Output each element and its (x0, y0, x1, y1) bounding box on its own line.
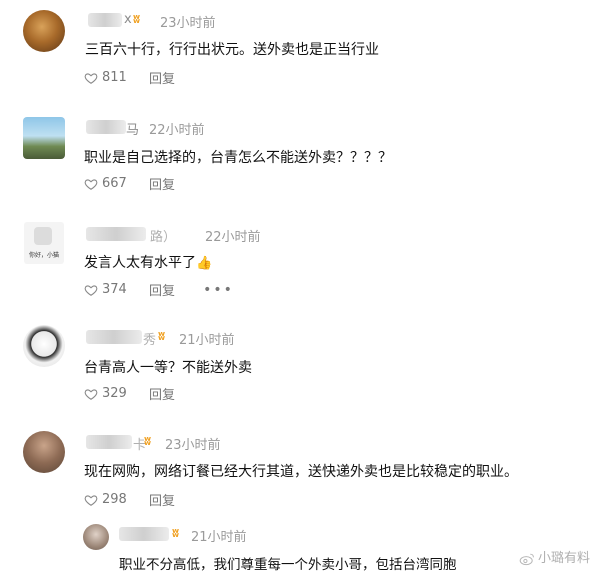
verified-badge-icon: ʬ (144, 434, 152, 448)
like-count: 298 (102, 492, 127, 507)
comment-time: 23小时前 (165, 438, 221, 453)
like-count: 811 (102, 70, 127, 85)
username-blurred[interactable] (86, 330, 142, 344)
avatar[interactable] (23, 325, 65, 367)
watermark: 小璐有料 (519, 547, 590, 566)
reply-button[interactable]: 回复 (149, 490, 175, 509)
comment-actions: 298 回复 (84, 490, 175, 509)
comment-time: 22小时前 (149, 123, 205, 138)
verified-badge-icon: ʬ (133, 12, 141, 26)
username-blurred[interactable] (88, 13, 122, 27)
like-button[interactable]: 374 (84, 282, 127, 297)
like-count: 329 (102, 386, 127, 401)
comment-text: 台青高人一等？不能送外卖 (84, 360, 252, 376)
like-button[interactable]: 329 (84, 386, 127, 401)
comment-time: 21小时前 (191, 530, 247, 545)
avatar[interactable]: 你好，小猫 (24, 222, 64, 264)
avatar[interactable] (23, 117, 65, 159)
like-count: 667 (102, 176, 127, 191)
comment-time: 21小时前 (179, 333, 235, 348)
comment-actions: 667 回复 (84, 174, 175, 193)
comment-text: 发言人太有水平了👍 (84, 252, 212, 272)
heart-icon (84, 72, 98, 84)
username-suffix[interactable]: 秀 (143, 329, 156, 348)
username-blurred[interactable] (86, 120, 126, 134)
comment-text: 三百六十行，行行出状元。送外卖也是正当行业 (85, 42, 379, 58)
comment-time: 22小时前 (205, 230, 261, 245)
like-button[interactable]: 298 (84, 492, 127, 507)
username-blurred[interactable] (86, 227, 146, 241)
username-blurred[interactable] (86, 435, 132, 449)
more-options-icon[interactable]: ••• (203, 282, 234, 298)
verified-badge-icon: ʬ (172, 526, 180, 540)
comment-text: 现在网购，网络订餐已经大行其道，送快递外卖也是比较稳定的职业。 (84, 464, 518, 480)
username-blurred[interactable] (119, 527, 169, 541)
avatar[interactable] (83, 524, 109, 550)
weibo-logo-icon (519, 553, 534, 565)
avatar[interactable] (23, 10, 65, 52)
comment-text-body: 发言人太有水平了 (84, 255, 196, 271)
heart-icon (84, 178, 98, 190)
comment-actions: 374 回复 ••• (84, 280, 234, 299)
verified-badge-icon: ʬ (158, 329, 166, 343)
reply-button[interactable]: 回复 (149, 280, 175, 299)
reply-button[interactable]: 回复 (149, 68, 175, 87)
comment-actions: 329 回复 (84, 384, 175, 403)
comment-time: 23小时前 (160, 16, 216, 31)
avatar-figure (34, 227, 52, 245)
avatar-caption: 你好，小猫 (28, 252, 59, 259)
comment-text: 职业是自己选择的，台青怎么不能送外卖？？？？ (84, 150, 392, 166)
thumbs-up-emoji-icon: 👍 (196, 256, 213, 271)
heart-icon (84, 284, 98, 296)
like-button[interactable]: 811 (84, 70, 127, 85)
like-count: 374 (102, 282, 127, 297)
reply-button[interactable]: 回复 (149, 174, 175, 193)
reply-button[interactable]: 回复 (149, 384, 175, 403)
heart-icon (84, 388, 98, 400)
like-button[interactable]: 667 (84, 176, 127, 191)
watermark-text: 小璐有料 (537, 551, 590, 566)
comment-text: 职业不分高低，我们尊重每一个外卖小哥，包括台湾同胞 (119, 557, 457, 573)
username-suffix[interactable]: x (124, 12, 132, 27)
username-suffix[interactable]: 马 (126, 119, 139, 138)
comment-actions: 811 回复 (84, 68, 175, 87)
heart-icon (84, 494, 98, 506)
avatar[interactable] (23, 431, 65, 473)
username-suffix[interactable]: 路） (150, 226, 176, 245)
